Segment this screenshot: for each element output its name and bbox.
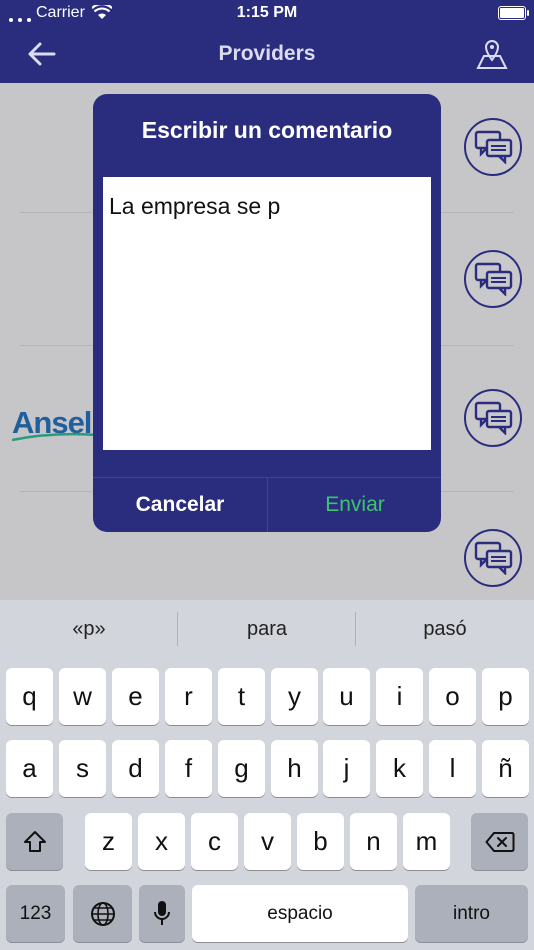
battery-icon: [498, 6, 529, 20]
top-bar: Carrier 1:15 PM Providers: [0, 0, 534, 83]
key-f[interactable]: f: [165, 740, 212, 797]
key-v[interactable]: v: [244, 813, 291, 870]
key-n[interactable]: n: [350, 813, 397, 870]
key-u[interactable]: u: [323, 668, 370, 725]
numbers-key[interactable]: 123: [6, 885, 65, 942]
key-a[interactable]: a: [6, 740, 53, 797]
comment-button[interactable]: [464, 250, 522, 308]
shift-icon: [22, 831, 48, 861]
space-key[interactable]: espacio: [192, 885, 408, 942]
key-t[interactable]: t: [218, 668, 265, 725]
key-l[interactable]: l: [429, 740, 476, 797]
return-key[interactable]: intro: [415, 885, 528, 942]
status-time: 1:15 PM: [236, 4, 298, 21]
microphone-icon: [153, 901, 171, 933]
map-pin-icon[interactable]: [474, 38, 510, 70]
key-c[interactable]: c: [191, 813, 238, 870]
key-y[interactable]: y: [271, 668, 318, 725]
key-r[interactable]: r: [165, 668, 212, 725]
key-x[interactable]: x: [138, 813, 185, 870]
delete-key[interactable]: [471, 813, 528, 870]
comment-button[interactable]: [464, 389, 522, 447]
logo-swoosh-icon: [12, 432, 98, 442]
comment-dialog: Escribir un comentario La empresa se p C…: [93, 94, 441, 532]
suggestion-1[interactable]: «p»: [0, 600, 178, 658]
key-d[interactable]: d: [112, 740, 159, 797]
key-b[interactable]: b: [297, 813, 344, 870]
suggestion-3[interactable]: pasó: [356, 600, 534, 658]
key-z[interactable]: z: [85, 813, 132, 870]
status-bar: Carrier 1:15 PM: [0, 0, 534, 28]
backspace-icon: [485, 829, 515, 859]
key-n-tilde[interactable]: ñ: [482, 740, 529, 797]
globe-icon: [90, 902, 116, 933]
key-o[interactable]: o: [429, 668, 476, 725]
globe-key[interactable]: [73, 885, 132, 942]
key-p[interactable]: p: [482, 668, 529, 725]
key-m[interactable]: m: [403, 813, 450, 870]
keyboard: «p» para pasó q w e r t y u i o p a s d …: [0, 600, 534, 950]
key-g[interactable]: g: [218, 740, 265, 797]
key-q[interactable]: q: [6, 668, 53, 725]
suggestion-2[interactable]: para: [178, 600, 356, 658]
key-s[interactable]: s: [59, 740, 106, 797]
shift-key[interactable]: [6, 813, 63, 870]
cancel-button[interactable]: Cancelar: [93, 478, 267, 532]
key-h[interactable]: h: [271, 740, 318, 797]
dialog-title: Escribir un comentario: [141, 117, 393, 143]
comment-button[interactable]: [464, 529, 522, 587]
key-i[interactable]: i: [376, 668, 423, 725]
microphone-key[interactable]: [139, 885, 185, 942]
key-w[interactable]: w: [59, 668, 106, 725]
comment-textarea[interactable]: La empresa se p: [103, 177, 431, 450]
send-button[interactable]: Enviar: [268, 478, 441, 532]
key-j[interactable]: j: [323, 740, 370, 797]
comment-button[interactable]: [464, 118, 522, 176]
key-e[interactable]: e: [112, 668, 159, 725]
page-title: Providers: [218, 42, 316, 65]
key-k[interactable]: k: [376, 740, 423, 797]
